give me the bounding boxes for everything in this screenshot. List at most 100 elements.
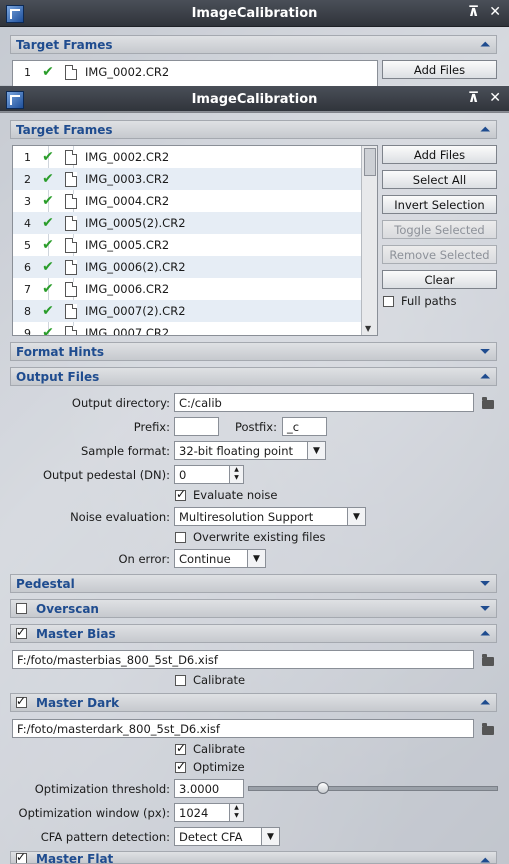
master-bias-header[interactable]: Master Bias ⏶: [10, 624, 497, 643]
evaluate-noise-checkbox[interactable]: Evaluate noise: [175, 487, 277, 502]
list-scrollbar[interactable]: ▼: [361, 146, 377, 335]
checkbox-box[interactable]: [175, 759, 186, 773]
target-frames-list[interactable]: 1 ✔ IMG_0002.CR2 2 ✔ IMG_0003.CR2 3 ✔ IMG_0004.C…: [12, 145, 378, 336]
noise-evaluation-select[interactable]: Multiresolution Support ▼: [174, 507, 366, 526]
table-row[interactable]: 8 ✔ IMG_0007(2).CR2: [13, 300, 361, 322]
on-error-select[interactable]: Continue ▼: [174, 549, 266, 568]
checkbox-box[interactable]: [383, 295, 394, 307]
check-icon[interactable]: ✔: [37, 303, 59, 319]
chevron-down-icon[interactable]: ▼: [307, 442, 325, 459]
master-flat-checkbox[interactable]: [16, 852, 27, 863]
pedestal-header[interactable]: Pedestal ⏷: [10, 574, 497, 593]
format-hints-header[interactable]: Format Hints ⏷: [10, 342, 497, 361]
table-row[interactable]: 7 ✔ IMG_0006.CR2: [13, 278, 361, 300]
close-icon[interactable]: ✕: [489, 4, 501, 20]
window-titlebar[interactable]: ImageCalibration ⊼ ✕: [0, 86, 509, 113]
collapse-icon[interactable]: ⏶: [480, 123, 490, 136]
check-icon[interactable]: ✔: [37, 281, 59, 297]
full-paths-checkbox[interactable]: Full paths: [383, 294, 456, 308]
folder-icon[interactable]: [482, 397, 494, 409]
opt-window-label: Optimization window (px):: [18, 806, 170, 820]
check-icon[interactable]: ✔: [37, 237, 59, 253]
table-row[interactable]: 2 ✔ IMG_0003.CR2: [13, 168, 361, 190]
master-dark-path-input[interactable]: F:/foto/masterdark_800_5st_D6.xisf: [12, 719, 474, 738]
invert-selection-button[interactable]: Invert Selection: [382, 195, 497, 214]
table-row[interactable]: 5 ✔ IMG_0005.CR2: [13, 234, 361, 256]
output-directory-input[interactable]: C:/calib: [174, 393, 474, 412]
opt-threshold-input[interactable]: 3.0000: [174, 779, 244, 798]
overscan-header[interactable]: Overscan ⏷: [10, 599, 497, 618]
output-pedestal-spinbox[interactable]: 0 ▲ ▼: [174, 465, 244, 484]
pin-icon[interactable]: ⊼: [468, 4, 479, 20]
bg-file-list[interactable]: 1 ✔ IMG_0002.CR2: [12, 60, 378, 87]
check-icon[interactable]: ✔: [37, 149, 59, 165]
bg-target-frames-header[interactable]: Target Frames ⏶: [10, 35, 497, 54]
master-bias-calibrate-checkbox[interactable]: Calibrate: [175, 673, 245, 687]
master-dark-optimize-checkbox[interactable]: Optimize: [175, 759, 245, 774]
sample-format-select[interactable]: 32-bit floating point ▼: [174, 441, 326, 460]
bg-add-files-button[interactable]: Add Files: [382, 60, 497, 79]
collapse-icon[interactable]: ⏶: [480, 854, 490, 864]
table-row[interactable]: 9 ✔ IMG_0007.CR2: [13, 322, 361, 335]
checkbox-box[interactable]: [175, 741, 186, 755]
prefix-input[interactable]: [174, 417, 219, 436]
chevron-down-icon[interactable]: ▼: [261, 828, 279, 845]
checkbox-box[interactable]: [175, 674, 186, 686]
expand-icon[interactable]: ⏷: [480, 577, 490, 590]
check-icon[interactable]: ✔: [37, 171, 59, 187]
expand-icon[interactable]: ⏷: [480, 602, 490, 615]
output-files-header[interactable]: Output Files ⏶: [10, 367, 497, 386]
overwrite-existing-checkbox[interactable]: Overwrite existing files: [175, 530, 326, 544]
master-dark-calibrate-checkbox[interactable]: Calibrate: [175, 741, 245, 756]
close-icon[interactable]: ✕: [489, 90, 501, 106]
spin-arrows-icon[interactable]: ▲ ▼: [229, 804, 243, 821]
master-bias-checkbox[interactable]: [16, 625, 27, 639]
table-row[interactable]: 1 ✔ IMG_0002.CR2: [13, 61, 361, 83]
collapse-icon[interactable]: ⏶: [480, 627, 490, 640]
table-row[interactable]: 1 ✔ IMG_0002.CR2: [13, 146, 361, 168]
pin-icon[interactable]: ⊼: [468, 90, 479, 106]
select-all-button[interactable]: Select All: [382, 170, 497, 189]
check-icon[interactable]: ✔: [37, 259, 59, 275]
chevron-down-icon[interactable]: ▼: [247, 550, 265, 567]
toggle-selected-button[interactable]: Toggle Selected: [382, 220, 497, 239]
cfa-pattern-select[interactable]: Detect CFA ▼: [174, 827, 280, 846]
background-window-titlebar[interactable]: ImageCalibration ⊼ ✕: [0, 0, 509, 27]
postfix-input[interactable]: _c: [282, 417, 327, 436]
spin-arrows-icon[interactable]: ▲ ▼: [229, 466, 243, 483]
add-files-button[interactable]: Add Files: [382, 145, 497, 164]
document-icon: [65, 64, 77, 80]
folder-icon[interactable]: [482, 654, 494, 666]
table-row[interactable]: 4 ✔ IMG_0005(2).CR2: [13, 212, 361, 234]
master-dark-checkbox[interactable]: [16, 694, 27, 708]
overscan-checkbox[interactable]: [16, 603, 27, 614]
checkbox-box[interactable]: [175, 531, 186, 543]
check-icon[interactable]: ✔: [37, 325, 59, 335]
collapse-icon[interactable]: ⏶: [480, 38, 490, 51]
section-title: Master Dark: [36, 695, 120, 710]
opt-window-spinbox[interactable]: 1024 ▲ ▼: [174, 803, 244, 822]
clear-button[interactable]: Clear: [382, 270, 497, 289]
collapse-icon[interactable]: ⏶: [480, 370, 490, 383]
opt-threshold-slider[interactable]: [248, 786, 498, 791]
remove-selected-button[interactable]: Remove Selected: [382, 245, 497, 264]
expand-icon[interactable]: ⏷: [480, 345, 490, 358]
scrollbar-thumb[interactable]: [364, 148, 376, 176]
check-icon[interactable]: ✔: [37, 193, 59, 209]
check-icon[interactable]: ✔: [37, 64, 59, 80]
file-name: IMG_0004.CR2: [85, 194, 170, 208]
select-value: Continue: [179, 551, 231, 566]
collapse-icon[interactable]: ⏶: [480, 696, 490, 709]
folder-icon[interactable]: [482, 723, 494, 735]
document-icon: [65, 215, 77, 231]
master-bias-path-input[interactable]: F:/foto/masterbias_800_5st_D6.xisf: [12, 650, 474, 669]
master-dark-header[interactable]: Master Dark ⏶: [10, 693, 497, 712]
target-frames-header[interactable]: Target Frames ⏶: [10, 120, 497, 139]
checkbox-box[interactable]: [175, 487, 186, 501]
table-row[interactable]: 6 ✔ IMG_0006(2).CR2: [13, 256, 361, 278]
table-row[interactable]: 3 ✔ IMG_0004.CR2: [13, 190, 361, 212]
check-icon[interactable]: ✔: [37, 215, 59, 231]
master-flat-header[interactable]: Master Flat ⏶: [10, 851, 497, 864]
chevron-down-icon[interactable]: ▼: [347, 508, 365, 525]
scroll-down-icon[interactable]: ▼: [365, 324, 371, 333]
